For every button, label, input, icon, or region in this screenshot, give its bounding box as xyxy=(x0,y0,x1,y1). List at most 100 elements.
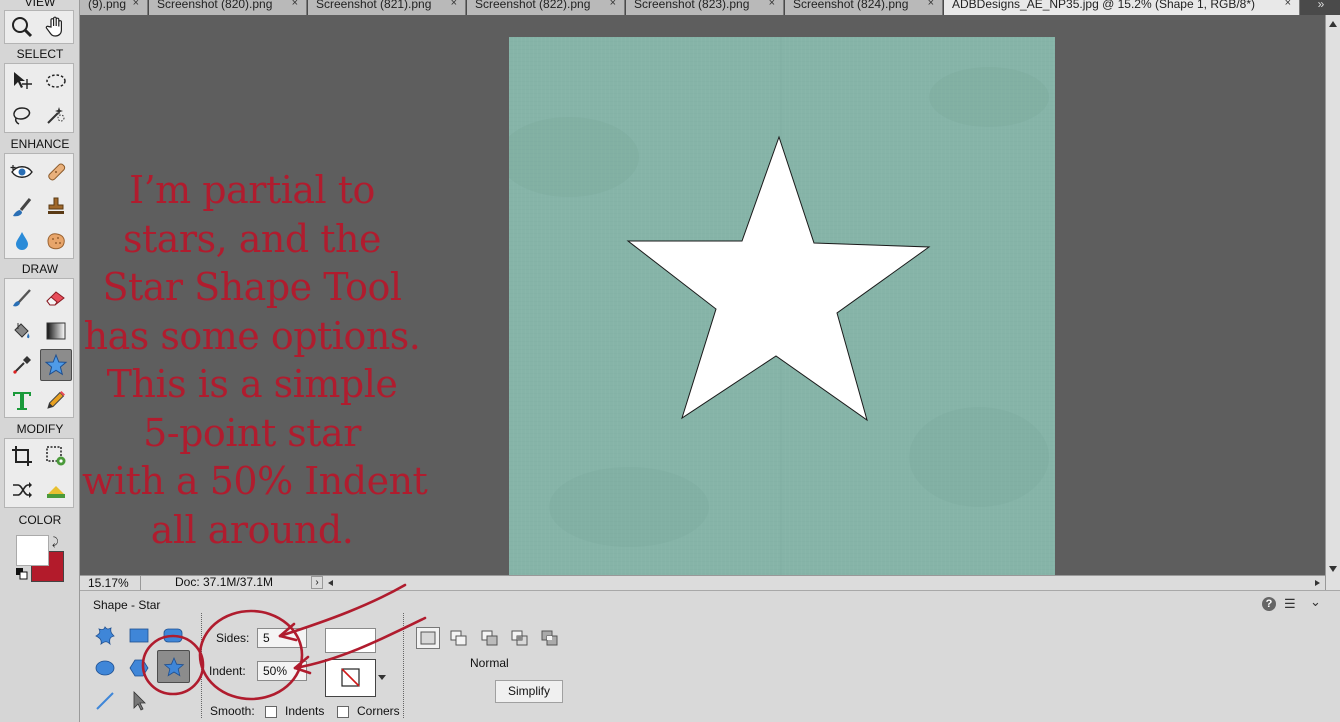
section-label-view: VIEW xyxy=(24,0,56,9)
enhance-tools xyxy=(4,153,74,259)
gradient-icon[interactable] xyxy=(41,316,71,346)
document-tab[interactable]: Screenshot (824).png × xyxy=(785,0,943,15)
paint-bucket-icon[interactable] xyxy=(7,316,37,346)
vertical-scrollbar[interactable] xyxy=(1325,15,1340,590)
smart-brush-icon[interactable] xyxy=(7,192,37,222)
section-label-modify: MODIFY xyxy=(16,422,64,436)
tab-close-icon[interactable]: × xyxy=(610,0,616,9)
custom-shape-icon[interactable] xyxy=(90,621,120,651)
tab-close-icon[interactable]: × xyxy=(292,0,298,9)
add-icon[interactable] xyxy=(447,627,471,649)
intersect-icon[interactable] xyxy=(508,627,532,649)
eraser-icon[interactable] xyxy=(41,282,71,312)
tab-close-icon[interactable]: × xyxy=(1285,0,1291,9)
simplify-button[interactable]: Simplify xyxy=(495,680,563,703)
help-icon[interactable]: ? xyxy=(1262,597,1276,611)
quick-selection-icon[interactable] xyxy=(41,100,71,130)
foreground-color-swatch[interactable] xyxy=(16,535,49,566)
select-tools xyxy=(4,63,74,133)
crop-icon[interactable] xyxy=(7,441,37,471)
tab-overflow-icon[interactable]: » xyxy=(1302,0,1340,15)
document-tab[interactable]: Screenshot (823).png × xyxy=(626,0,784,15)
modify-tools xyxy=(4,438,74,508)
status-menu-arrow-icon[interactable]: › xyxy=(311,576,323,589)
tab-close-icon[interactable]: × xyxy=(769,0,775,9)
rectangle-icon[interactable] xyxy=(124,621,154,651)
eyedropper-icon[interactable] xyxy=(7,350,37,380)
star-shape[interactable] xyxy=(509,37,1055,583)
straighten-icon[interactable] xyxy=(41,475,71,505)
scroll-left-icon[interactable] xyxy=(328,580,333,586)
collapse-chevron-icon[interactable]: ⌄ xyxy=(1310,594,1321,610)
blur-icon[interactable] xyxy=(7,226,37,256)
status-bar: 15.17% Doc: 37.1M/37.1M › xyxy=(80,575,1325,590)
indent-label: Indent: xyxy=(209,664,246,678)
section-label-draw: DRAW xyxy=(21,262,59,276)
tab-close-icon[interactable]: × xyxy=(928,0,934,9)
draw-tools xyxy=(4,278,74,418)
style-dropdown-arrow-icon[interactable] xyxy=(378,675,386,680)
red-eye-icon[interactable] xyxy=(7,157,37,187)
sides-label: Sides: xyxy=(216,631,250,645)
section-label-select: SELECT xyxy=(16,47,64,61)
indents-checkbox[interactable] xyxy=(265,706,277,718)
scroll-right-icon[interactable] xyxy=(1315,580,1320,586)
document-tab[interactable]: Screenshot (820).png × xyxy=(149,0,307,15)
polygon-icon[interactable] xyxy=(124,653,154,683)
smooth-label: Smooth: xyxy=(210,704,255,718)
marquee-icon[interactable] xyxy=(41,66,71,96)
style-picker[interactable] xyxy=(325,659,376,697)
document-tab-bar: (9).png × Screenshot (820).png × Screensho… xyxy=(80,0,1340,15)
zoom-icon[interactable] xyxy=(7,12,37,42)
indent-input[interactable]: 50% xyxy=(257,661,307,681)
tool-options-title: Shape - Star xyxy=(93,598,161,612)
shape-selection-icon[interactable] xyxy=(124,686,154,716)
brush-icon[interactable] xyxy=(7,282,37,312)
horizontal-scrollbar[interactable] xyxy=(325,576,1325,590)
document-tab[interactable]: Screenshot (821).png × xyxy=(308,0,466,15)
tab-close-icon[interactable]: × xyxy=(451,0,457,9)
corners-checkbox[interactable] xyxy=(337,706,349,718)
toolbox: VIEW SELECT ENHANCE DRAW MODIFY COLOR ⤸ xyxy=(0,0,80,722)
type-icon[interactable] xyxy=(7,385,37,415)
hand-icon[interactable] xyxy=(41,12,71,42)
subtract-icon[interactable] xyxy=(478,627,502,649)
sponge-icon[interactable] xyxy=(41,226,71,256)
zoom-level[interactable]: 15.17% xyxy=(88,576,129,591)
section-label-enhance: ENHANCE xyxy=(10,137,70,151)
indents-label: Indents xyxy=(285,704,325,718)
document-canvas[interactable] xyxy=(509,37,1055,583)
line-icon[interactable] xyxy=(90,686,120,716)
document-tab[interactable]: (9).png × xyxy=(80,0,148,15)
document-size: Doc: 37.1M/37.1M xyxy=(175,575,274,589)
lasso-icon[interactable] xyxy=(7,100,37,130)
tab-close-icon[interactable]: × xyxy=(133,0,139,9)
clone-stamp-icon[interactable] xyxy=(41,192,71,222)
scroll-down-icon[interactable] xyxy=(1329,566,1337,572)
section-label-color: COLOR xyxy=(18,513,62,527)
mode-label: Normal xyxy=(470,656,509,670)
default-colors-icon[interactable] xyxy=(16,567,28,580)
new-shape-icon[interactable] xyxy=(416,627,440,649)
panel-menu-icon[interactable]: ☰ xyxy=(1284,596,1296,612)
pencil-icon[interactable] xyxy=(41,385,71,415)
scroll-up-icon[interactable] xyxy=(1329,21,1337,27)
custom-shape-star-icon[interactable] xyxy=(40,349,72,381)
recompose-icon[interactable] xyxy=(41,441,71,471)
healing-brush-icon[interactable] xyxy=(41,157,71,187)
star-icon[interactable] xyxy=(157,650,190,683)
exclude-icon[interactable] xyxy=(538,627,562,649)
sides-input[interactable]: 5 xyxy=(257,628,307,648)
tool-options-panel: Shape - Star ? ☰ ⌄ Sides: 5 Indent: 50% … xyxy=(80,590,1340,722)
fill-color-swatch[interactable] xyxy=(325,628,376,653)
ellipse-icon[interactable] xyxy=(90,653,120,683)
move-icon[interactable] xyxy=(7,66,37,96)
content-aware-move-icon[interactable] xyxy=(7,475,37,505)
view-tools xyxy=(4,10,74,44)
tutorial-caption: I’m partial to stars, and the Star Shape… xyxy=(82,168,428,552)
document-tab[interactable]: Screenshot (822).png × xyxy=(467,0,625,15)
swap-colors-icon[interactable]: ⤸ xyxy=(52,536,59,549)
document-tab-active[interactable]: ADBDesigns_AE_NP35.jpg @ 15.2% (Shape 1,… xyxy=(944,0,1300,15)
rounded-rectangle-icon[interactable] xyxy=(158,621,188,651)
corners-label: Corners xyxy=(357,704,400,718)
